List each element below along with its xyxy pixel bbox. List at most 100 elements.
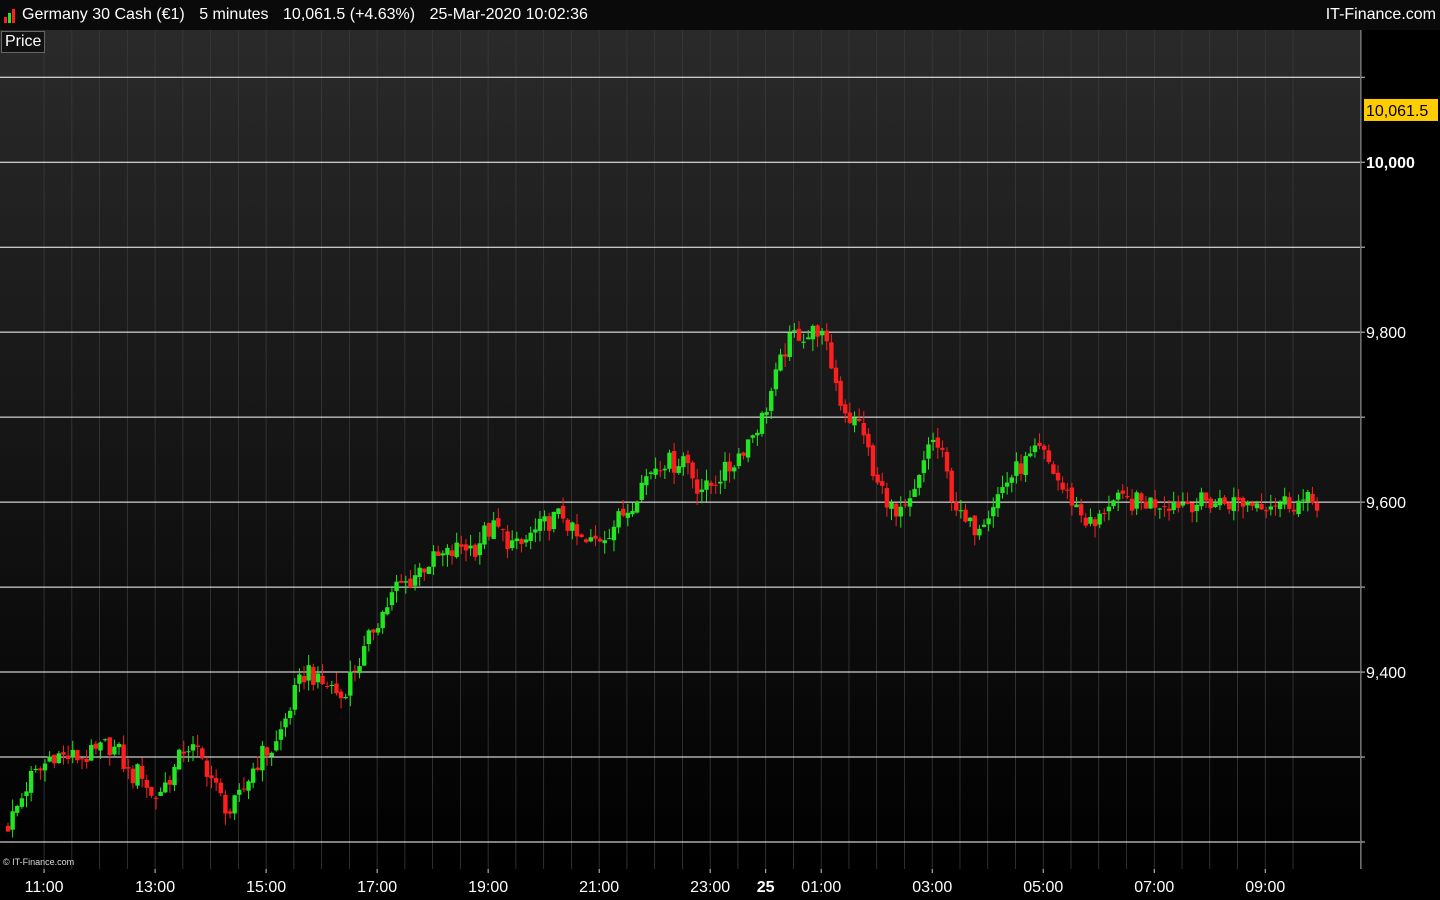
candle-body [667, 452, 672, 469]
candle-body [815, 325, 820, 337]
candle-body [186, 751, 191, 753]
candle-body [408, 578, 413, 588]
candle-body [1171, 501, 1176, 511]
candle-body [713, 484, 718, 486]
candle-body [597, 538, 603, 542]
candle-body [435, 551, 441, 556]
candle-body [1185, 501, 1190, 504]
candle-body [126, 767, 131, 769]
candle-body [1254, 503, 1260, 509]
candle-body [361, 646, 367, 666]
candle-body [977, 528, 982, 536]
candle-body [565, 519, 570, 531]
candle-body [634, 502, 640, 513]
candle-body [1014, 461, 1019, 476]
candle-body [893, 503, 899, 517]
candle-body [1166, 508, 1172, 511]
candle-body [884, 488, 890, 508]
candle-body [241, 788, 247, 790]
candle-body [824, 330, 829, 342]
candle-body [1240, 498, 1246, 507]
candle-body [163, 782, 168, 793]
candle-body [944, 451, 950, 472]
candle-body [297, 674, 302, 684]
candle-body [1078, 504, 1084, 516]
price-panel-label[interactable]: Price [1, 31, 46, 53]
timestamp: 25-Mar-2020 10:02:36 [429, 6, 588, 23]
x-tick-label: 25 [757, 879, 775, 896]
candle-body [1111, 500, 1116, 507]
candle-body [412, 575, 418, 586]
candle-body [523, 539, 529, 543]
candle-body [644, 476, 649, 486]
candle-body [223, 794, 228, 814]
candle-body [375, 628, 381, 633]
candle-body [472, 544, 478, 557]
x-tick-label: 01:00 [801, 879, 841, 896]
candle-body [755, 432, 760, 436]
candle-body [718, 481, 723, 484]
candle-body [574, 524, 580, 537]
candle-body [861, 423, 866, 436]
candle-body [870, 445, 876, 477]
candle-body [403, 581, 409, 583]
candle-body [1217, 498, 1223, 506]
candle-body [213, 778, 219, 783]
candle-body [907, 498, 913, 507]
candle-body [1231, 497, 1237, 511]
candle-body [102, 739, 108, 741]
candle-body [491, 520, 496, 539]
candle-body [787, 332, 792, 357]
candle-body [338, 691, 344, 699]
candle-body [1004, 482, 1010, 487]
candle-body [852, 417, 857, 426]
candle-body [921, 460, 927, 474]
candle-body [1226, 502, 1232, 510]
candle-body [1208, 498, 1213, 509]
candle-body [1287, 497, 1292, 509]
candle-body [329, 684, 334, 686]
candle-body [773, 369, 779, 390]
candle-body [1051, 464, 1056, 474]
candle-body [699, 489, 705, 493]
candle-body [1000, 487, 1005, 493]
candle-body [847, 412, 853, 423]
candle-body [695, 479, 700, 494]
candle-body [255, 767, 260, 770]
x-tick-label: 19:00 [468, 879, 508, 896]
y-tick-label: 9,800 [1366, 325, 1406, 342]
candle-body [1115, 492, 1121, 500]
candle-body [1143, 501, 1149, 509]
candle-body [1018, 463, 1024, 474]
candle-body [1055, 472, 1061, 481]
candle-body [1023, 455, 1028, 476]
interval-label[interactable]: 5 minutes [199, 6, 268, 23]
candle-body [1259, 503, 1264, 510]
candle-body [1152, 499, 1158, 508]
candle-body [833, 367, 839, 383]
x-tick-label: 21:00 [579, 879, 619, 896]
candle-body [311, 666, 316, 685]
candlestick-chart[interactable]: 9,400 9,600 9,800 10,000 11:00 13:00 15:00 17:0… [0, 0, 1440, 900]
candle-body [1180, 502, 1186, 506]
candle-body [579, 534, 584, 538]
candle-body [880, 481, 885, 486]
candle-body [121, 744, 126, 769]
candle-body [1268, 506, 1274, 510]
candle-body [986, 518, 991, 525]
candle-body [422, 568, 427, 573]
candle-body [1282, 496, 1287, 505]
candle-body [158, 791, 163, 796]
candle-body [1157, 508, 1163, 510]
candle-body [1314, 503, 1320, 511]
candle-body [343, 697, 348, 699]
candle-body [1032, 445, 1038, 453]
chart-title: Germany 30 Cash (€1) 5 minutes 10,061.5 … [22, 6, 598, 24]
candle-body [621, 508, 626, 516]
candle-body [200, 748, 205, 759]
candle-body [796, 328, 802, 341]
candle-body [250, 768, 256, 783]
candle-body [1194, 504, 1200, 511]
candle-body [440, 553, 446, 556]
candle-body [940, 447, 945, 450]
